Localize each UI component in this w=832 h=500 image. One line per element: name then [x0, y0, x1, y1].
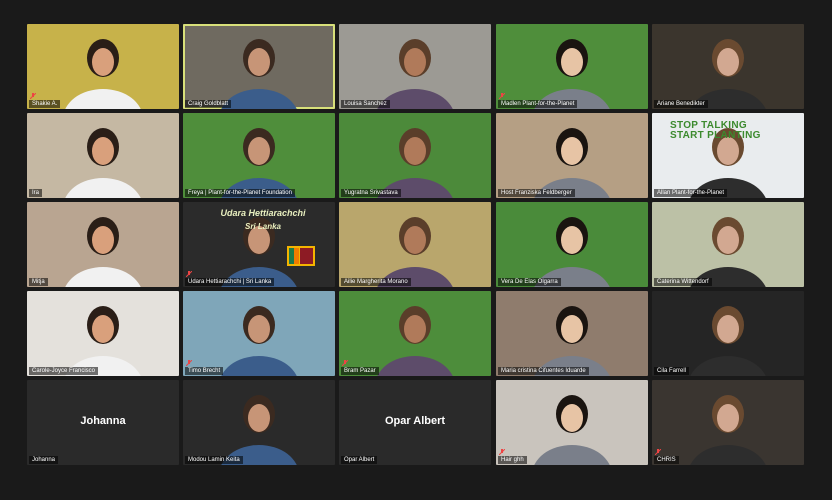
video-grid: Shakie A. Craig Goldblatt Louisa Sanchez… [0, 0, 832, 500]
participant-name-label: Vera De Elas Olgarra [498, 278, 561, 286]
video-tile[interactable]: Opar Albert Opar Albert [339, 380, 491, 465]
video-tile[interactable]: CHRIS [652, 380, 804, 465]
participant-name-label: Johanna [29, 456, 59, 464]
video-tile[interactable]: Timo Brecht [183, 291, 335, 376]
participant-video [690, 395, 766, 465]
participant-name-label: Modou Lamin Keita [185, 456, 243, 464]
participant-name-label: Carole-Joyce Francisco [29, 367, 99, 375]
video-tile[interactable]: Shakie A. [27, 24, 179, 109]
participant-video [377, 128, 453, 198]
video-tile[interactable]: Hair ghh [496, 380, 648, 465]
participant-video [690, 306, 766, 376]
participant-name-label: Bram Pazar [341, 367, 379, 375]
participant-video [377, 217, 453, 287]
participant-name-label: Mitja [29, 278, 48, 286]
video-tile[interactable]: Louisa Sanchez [339, 24, 491, 109]
video-tile[interactable]: Bram Pazar [339, 291, 491, 376]
participant-video [534, 128, 610, 198]
mic-muted-icon [186, 360, 192, 366]
participant-name-label: Craig Goldblatt [185, 100, 232, 108]
participant-video [690, 217, 766, 287]
video-tile[interactable]: Udara Hettiarachchi Sri Lanka Udara Hettia… [183, 202, 335, 287]
participant-video [377, 39, 453, 109]
participant-name-label: CHRIS [654, 456, 679, 464]
participant-name-label: Ira [29, 189, 43, 197]
mic-muted-icon [499, 93, 505, 99]
sri-lanka-flag-icon [287, 246, 315, 266]
video-tile[interactable]: Madlen Plant-for-the-Planet [496, 24, 648, 109]
participant-video [221, 128, 297, 198]
video-tile[interactable]: Maria cristina Cifuentes Iduarde [496, 291, 648, 376]
participant-video [377, 306, 453, 376]
mic-muted-icon [342, 360, 348, 366]
participant-video [534, 395, 610, 465]
video-tile[interactable]: Ariane Benedikter [652, 24, 804, 109]
participant-name-label: Allan Plant-for-the-Planet [654, 189, 728, 197]
participant-display-name: Opar Albert [384, 415, 446, 427]
video-tile[interactable]: Freya | Plant-for-the-Planet Foundation [183, 113, 335, 198]
video-tile[interactable]: Mitja [27, 202, 179, 287]
mic-muted-icon [186, 271, 192, 277]
video-tile[interactable]: Craig Goldblatt [183, 24, 335, 109]
participant-video [534, 217, 610, 287]
participant-name-label: Host Franziska Feldberger [498, 189, 575, 197]
video-tile[interactable]: Carole-Joyce Francisco [27, 291, 179, 376]
participant-name-label: Udara Hettiarachchi | Sri Lanka [185, 278, 275, 286]
participant-name-label: Hair ghh [498, 456, 527, 464]
participant-video [65, 217, 141, 287]
video-tile[interactable]: STOP TALKING START PLANTING Allan Plant-f… [652, 113, 804, 198]
participant-video [221, 39, 297, 109]
video-tile[interactable]: Caterina Wittendorf [652, 202, 804, 287]
participant-video [534, 306, 610, 376]
mic-muted-icon [30, 93, 36, 99]
participant-display-name: Johanna [80, 415, 126, 427]
stop-talking-banner: STOP TALKING START PLANTING [670, 120, 761, 141]
participant-video [690, 39, 766, 109]
participant-name-label: Madlen Plant-for-the-Planet [498, 100, 578, 108]
mic-muted-icon [499, 449, 505, 455]
participant-video [65, 306, 141, 376]
video-tile[interactable]: Johanna Johanna [27, 380, 179, 465]
video-tile[interactable]: Ailie Margherita Morano [339, 202, 491, 287]
participant-name-label: Ariane Benedikter [654, 100, 708, 108]
participant-video [534, 39, 610, 109]
video-tile[interactable]: Vera De Elas Olgarra [496, 202, 648, 287]
participant-name-label: Yugratna Srivastava [341, 189, 401, 197]
participant-video [221, 306, 297, 376]
participant-name-label: Shakie A. [29, 100, 61, 108]
participant-video [221, 395, 297, 465]
video-tile[interactable]: Ira [27, 113, 179, 198]
video-tile[interactable]: Cila Farrell [652, 291, 804, 376]
participant-name-label: Louisa Sanchez [341, 100, 390, 108]
participant-name-label: Caterina Wittendorf [654, 278, 712, 286]
participant-name-label: Cila Farrell [654, 367, 690, 375]
mic-muted-icon [655, 449, 661, 455]
participant-video [65, 128, 141, 198]
udara-title-overlay: Udara Hettiarachchi [220, 208, 306, 218]
video-tile[interactable]: Yugratna Srivastava [339, 113, 491, 198]
video-tile[interactable]: Host Franziska Feldberger [496, 113, 648, 198]
participant-name-label: Timo Brecht [185, 367, 224, 375]
participant-name-label: Opar Albert [341, 456, 378, 464]
participant-name-label: Ailie Margherita Morano [341, 278, 411, 286]
participant-video [65, 39, 141, 109]
participant-name-label: Freya | Plant-for-the-Planet Foundation [185, 189, 295, 197]
udara-sub-overlay: Sri Lanka [244, 222, 281, 231]
participant-name-label: Maria cristina Cifuentes Iduarde [498, 367, 589, 375]
video-tile[interactable]: Modou Lamin Keita [183, 380, 335, 465]
